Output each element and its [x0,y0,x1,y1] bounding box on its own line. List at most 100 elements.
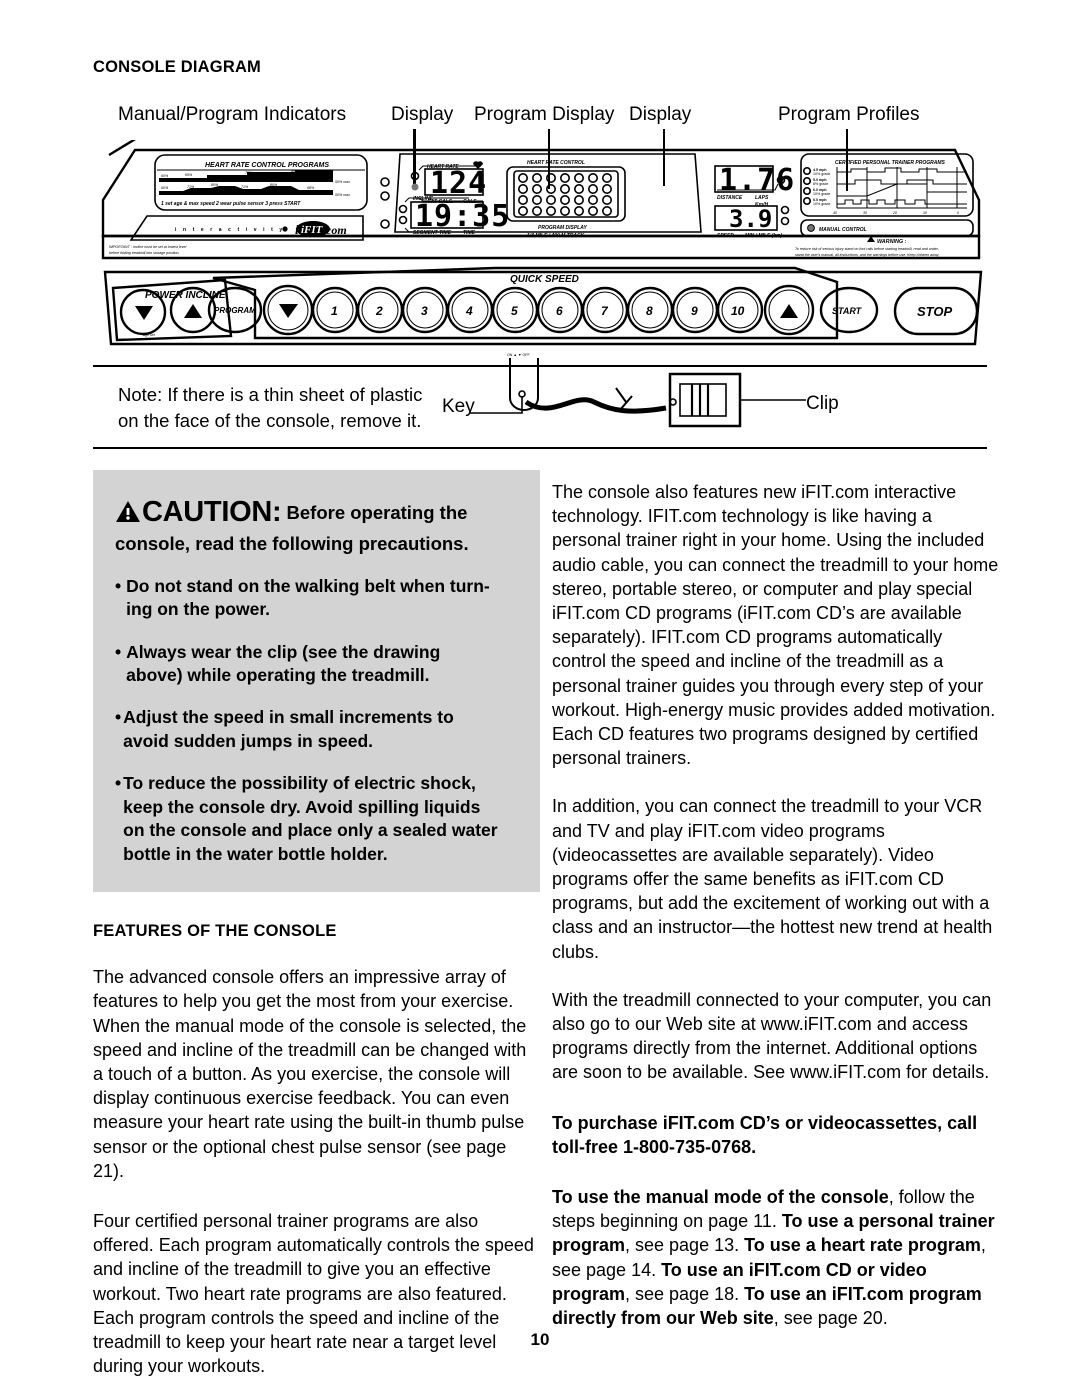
svg-text:9: 9 [691,304,698,318]
purchase-call-to-action: To purchase iFIT.com CD’s or videocasset… [552,1112,978,1157]
caution-item: • To reduce the possibility of electric … [115,772,518,866]
caution-heading: CAUTION: Before operating the console, r… [115,494,518,556]
bullet-icon: • [115,773,122,794]
ifit-paragraph-1: The console also features new iFIT.com i… [552,482,999,769]
instruction-bold-segment: To use a heart rate program [744,1235,981,1256]
caution-item-text: Do not stand on the walking belt when tu… [126,575,490,620]
svg-text:WARNING :: WARNING : [877,239,907,245]
callout-manual-program-indicators: Manual/Program Indicators [118,104,347,125]
svg-text:40: 40 [833,211,837,215]
callout-display-right: Display [629,104,692,125]
manual-page: CONSOLE DIAGRAM Manual/Program Indicator… [0,0,1080,1397]
page-number: 10 [530,1330,550,1349]
key-and-clip-illustration [470,358,806,428]
svg-text:5: 5 [511,304,518,318]
caution-item: • Always wear the clip (see the drawing … [115,641,518,688]
instruction-text-segment: , see page 18. [625,1283,745,1304]
svg-text:HEART RATE CONTROL PROGRAMS: HEART RATE CONTROL PROGRAMS [205,162,329,169]
svg-text:10: 10 [923,211,927,215]
svg-text:10% grade: 10% grade [813,192,830,196]
svg-text:19:35: 19:35 [415,199,510,234]
plastic-sheet-note: Note: If there is a thin sheet of plasti… [118,382,448,435]
svg-text:1 set age & max speed 2 wear: 1 set age & max speed 2 wear pulse senso… [161,201,301,207]
svg-text:CERTIFIED PERSONAL TRAINER PRO: CERTIFIED PERSONAL TRAINER PROGRAMS [835,160,945,166]
svg-text:iFIT: iFIT [301,224,324,236]
svg-text:20: 20 [892,211,897,215]
note-line-2: on the face of the console, remove it. [118,410,422,432]
caution-item: • Adjust the speed in small increments t… [115,706,518,753]
svg-text:To reduce risk of serious inju: To reduce risk of serious injury stand o… [795,247,940,251]
svg-text:age set: age set [143,333,156,337]
svg-text:.com: .com [323,223,347,237]
svg-text:60%: 60% [161,174,169,178]
caution-item-text: Adjust the speed in small increments to … [123,707,454,751]
callout-display-left: Display [391,104,454,125]
svg-text:SPEED: SPEED [717,233,734,239]
svg-text:ON ▲ ▼ OFF: ON ▲ ▼ OFF [507,353,530,357]
svg-text:1/4 MILE / 400 M TRACK: 1/4 MILE / 400 M TRACK [527,233,585,239]
svg-text:QUICK SPEED: QUICK SPEED [510,274,579,285]
console-diagram-illustration: .ln { fill:none; stroke:#000; stroke-wid… [101,140,983,357]
svg-text:124: 124 [430,166,487,201]
svg-text:65%: 65% [185,173,193,177]
svg-text:6: 6 [556,304,563,318]
ifit-paragraph-2: In addition, you can connect the treadmi… [552,796,993,962]
svg-text:8: 8 [646,304,653,318]
callout-program-profiles: Program Profiles [778,104,920,125]
svg-text:MANUAL CONTROL: MANUAL CONTROL [819,227,867,233]
svg-text:IMPORTANT : Incline must be se: IMPORTANT : Incline must be set at lowes… [109,245,187,249]
svg-text:30: 30 [863,211,867,215]
caution-heading-line2: console, read the following precautions. [115,532,469,554]
svg-text:LAPS: LAPS [755,195,769,201]
clip-label: Clip [806,393,839,414]
instruction-bold-segment: To use the manual mode of the console [552,1187,889,1208]
right-column: The console also features new iFIT.com i… [552,480,999,1330]
svg-text:SEGMENT TIME: SEGMENT TIME [413,230,452,236]
svg-text:before folding treadmill into: before folding treadmill into storage po… [109,251,180,255]
features-paragraph-2: Four certified personal trainer programs… [93,1210,534,1377]
svg-text:2: 2 [375,304,383,318]
caution-heading-word: CAUTION [142,496,273,528]
svg-text:7: 7 [601,304,609,318]
bullet-icon: • [115,707,122,728]
bullet-icon: • [115,641,122,662]
svg-text:TIME: TIME [463,230,476,236]
page-title: CONSOLE DIAGRAM [93,58,261,76]
svg-text:10% grade: 10% grade [813,202,830,206]
svg-text:50% max.: 50% max. [335,180,351,184]
svg-text:i n t e r a c t i v i t y: i n t e r a c t i v i t y [175,227,285,233]
caution-heading-rest: Before operating the [281,502,468,523]
svg-text:3: 3 [421,304,428,318]
caution-item-text: Always wear the clip (see the drawing ab… [126,641,441,686]
ifit-paragraph-3: With the treadmill connected to your com… [552,989,992,1083]
features-paragraph-1: The advanced console offers an impressiv… [93,967,527,1181]
svg-text:MPH: MPH [513,330,521,334]
svg-text:HEART RATE CONTROL: HEART RATE CONTROL [527,160,585,166]
svg-text:MIN / MILE (km): MIN / MILE (km) [745,233,783,239]
svg-text:71%: 71% [241,185,249,189]
caution-heading-colon: : [272,496,282,528]
svg-text:0: 0 [957,211,959,215]
svg-text:STOP: STOP [917,304,952,319]
svg-text:PROGRAM DISPLAY: PROGRAM DISPLAY [538,225,587,231]
callout-program-display: Program Display [474,104,615,125]
features-of-the-console-heading: FEATURES OF THE CONSOLE [93,922,337,941]
svg-text:1: 1 [331,304,338,318]
instruction-text-segment: , see page 20. [773,1308,888,1329]
instruction-text-segment: , see page 13. [625,1235,745,1256]
svg-text:68%: 68% [307,186,315,190]
svg-text:4: 4 [465,304,473,318]
note-line-1: Note: If there is a thin sheet of plasti… [118,384,423,405]
svg-text:50% max.: 50% max. [335,193,351,197]
svg-text:START: START [832,306,863,316]
svg-text:PROGRAM: PROGRAM [214,306,256,315]
svg-text:10% grade: 10% grade [813,172,830,176]
svg-text:stand the user's manual, all i: stand the user's manual, all instruction… [795,253,939,257]
manual-mode-instructions: To use the manual mode of the console, f… [552,1185,999,1330]
svg-text:10: 10 [731,304,745,318]
warning-triangle-icon [115,500,141,529]
caution-box: CAUTION: Before operating the console, r… [93,470,540,893]
bullet-icon: • [115,575,122,596]
svg-text:DISTANCE: DISTANCE [717,195,743,201]
svg-text:8% grade: 8% grade [813,182,828,186]
